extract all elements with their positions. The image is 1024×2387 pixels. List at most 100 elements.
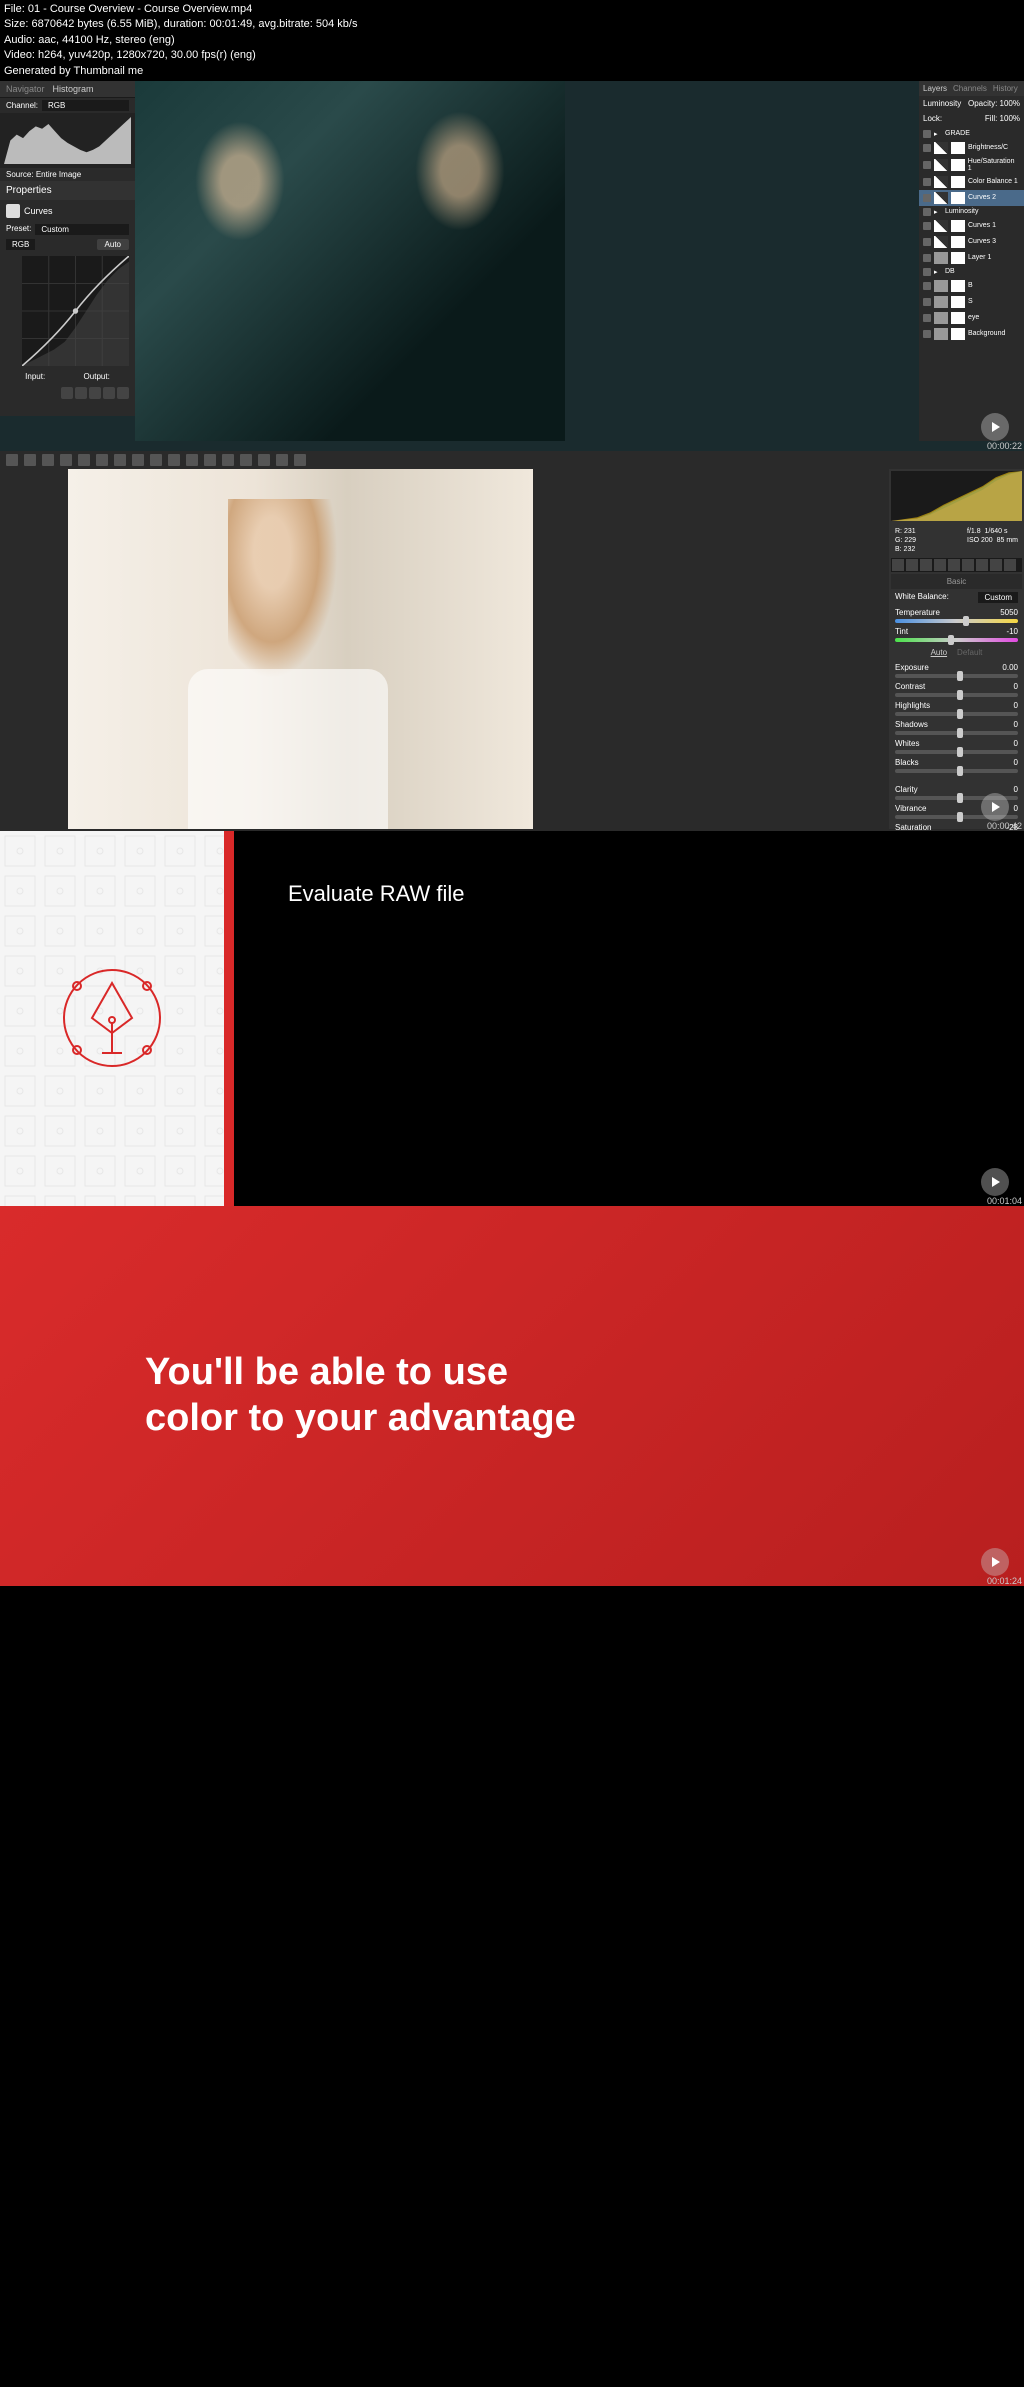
layer-name: B bbox=[968, 282, 973, 289]
layer-name: Luminosity bbox=[945, 208, 978, 215]
layers-tab[interactable]: Layers bbox=[923, 84, 947, 93]
histogram-display bbox=[0, 113, 135, 168]
layer-name: Curves 3 bbox=[968, 238, 996, 245]
play-icon[interactable] bbox=[981, 1168, 1009, 1196]
visibility-icon[interactable] bbox=[923, 330, 931, 338]
layers-tabs[interactable]: Layers Channels History bbox=[919, 81, 1024, 96]
layers-panel: Layers Channels History Luminosity Opaci… bbox=[919, 81, 1024, 441]
play-icon[interactable] bbox=[981, 1548, 1009, 1576]
curves-channel-row[interactable]: RGB Auto bbox=[0, 237, 135, 252]
layer-item[interactable]: ▸GRADE bbox=[919, 128, 1024, 140]
layer-name: Curves 2 bbox=[968, 194, 996, 201]
lock-fill-row[interactable]: Lock: Fill: 100% bbox=[919, 111, 1024, 126]
timestamp: 00:00:22 bbox=[987, 441, 1022, 451]
tint-slider[interactable]: Tint-10 bbox=[891, 625, 1022, 644]
thumbnail-1: Navigator Histogram Channel: RGB Source:… bbox=[0, 81, 1024, 451]
visibility-icon[interactable] bbox=[923, 222, 931, 230]
auto-button[interactable]: Auto bbox=[97, 239, 129, 250]
layer-name: Layer 1 bbox=[968, 254, 991, 261]
acr-tab-icons[interactable] bbox=[891, 558, 1022, 572]
layer-name: DB bbox=[945, 268, 955, 275]
layer-item[interactable]: Layer 1 bbox=[919, 250, 1024, 266]
histogram-tabs[interactable]: Navigator Histogram bbox=[0, 81, 135, 98]
canvas-image bbox=[135, 81, 565, 441]
layer-name: GRADE bbox=[945, 130, 970, 137]
highlights-slider[interactable]: Highlights0 bbox=[891, 699, 1022, 718]
layer-item[interactable]: Curves 3 bbox=[919, 234, 1024, 250]
acr-basic-panel: R: 231 G: 229 B: 232 f/1.8 1/640 s ISO 2… bbox=[889, 469, 1024, 829]
visibility-icon[interactable] bbox=[923, 314, 931, 322]
curves-indicator: Curves bbox=[0, 200, 135, 222]
visibility-icon[interactable] bbox=[923, 298, 931, 306]
history-tab[interactable]: History bbox=[993, 84, 1018, 93]
visibility-icon[interactable] bbox=[923, 254, 931, 262]
layer-list[interactable]: ▸GRADE Brightness/C Hue/Saturation 1 Color … bbox=[919, 126, 1024, 344]
layer-item[interactable]: Curves 1 bbox=[919, 218, 1024, 234]
layer-item[interactable]: Curves 2 bbox=[919, 190, 1024, 206]
timestamp: 00:00:42 bbox=[987, 821, 1022, 831]
acr-toolbar[interactable] bbox=[0, 451, 1024, 469]
layer-item[interactable]: ▸Luminosity bbox=[919, 206, 1024, 218]
basic-header: Basic bbox=[891, 574, 1022, 589]
visibility-icon[interactable] bbox=[923, 208, 931, 216]
red-accent-bar bbox=[224, 831, 234, 1206]
auto-default-row[interactable]: Auto Default bbox=[891, 644, 1022, 661]
layer-item[interactable]: Color Balance 1 bbox=[919, 174, 1024, 190]
layer-item[interactable]: S bbox=[919, 294, 1024, 310]
temp-slider[interactable]: Temperature5050 bbox=[891, 606, 1022, 625]
thumbnail-3: Evaluate RAW file 00:01:04 bbox=[0, 831, 1024, 1206]
channel-selector[interactable]: Channel: RGB bbox=[0, 98, 135, 113]
layer-name: Hue/Saturation 1 bbox=[968, 158, 1020, 172]
source-row: Source: Entire Image bbox=[0, 168, 135, 181]
visibility-icon[interactable] bbox=[923, 130, 931, 138]
blend-mode-row[interactable]: Luminosity Opacity: 100% bbox=[919, 96, 1024, 111]
acr-histogram bbox=[891, 471, 1022, 521]
white-balance-selector[interactable]: White Balance: Custom bbox=[891, 589, 1022, 606]
visibility-icon[interactable] bbox=[923, 144, 931, 152]
auto-link[interactable]: Auto bbox=[931, 648, 947, 657]
properties-footer-icons[interactable] bbox=[0, 383, 135, 403]
timestamp: 00:01:24 bbox=[987, 1576, 1022, 1586]
layer-name: S bbox=[968, 298, 973, 305]
play-icon[interactable] bbox=[981, 793, 1009, 821]
navigator-tab[interactable]: Navigator bbox=[6, 84, 45, 94]
curves-graph[interactable] bbox=[6, 256, 129, 366]
slide-left-graphic bbox=[0, 831, 224, 1206]
layer-item[interactable]: Background bbox=[919, 326, 1024, 342]
blacks-slider[interactable]: Blacks0 bbox=[891, 756, 1022, 775]
preset-selector[interactable]: Preset: Custom bbox=[0, 222, 135, 237]
layer-name: Curves 1 bbox=[968, 222, 996, 229]
exposure-slider[interactable]: Exposure0.00 bbox=[891, 661, 1022, 680]
channels-tab[interactable]: Channels bbox=[953, 84, 987, 93]
whites-slider[interactable]: Whites0 bbox=[891, 737, 1022, 756]
layer-item[interactable]: Hue/Saturation 1 bbox=[919, 156, 1024, 174]
play-icon[interactable] bbox=[981, 413, 1009, 441]
shadows-slider[interactable]: Shadows0 bbox=[891, 718, 1022, 737]
properties-header: Properties bbox=[0, 181, 135, 200]
visibility-icon[interactable] bbox=[923, 282, 931, 290]
visibility-icon[interactable] bbox=[923, 178, 931, 186]
visibility-icon[interactable] bbox=[923, 238, 931, 246]
visibility-icon[interactable] bbox=[923, 194, 931, 202]
photoshop-left-panels: Navigator Histogram Channel: RGB Source:… bbox=[0, 81, 135, 416]
visibility-icon[interactable] bbox=[923, 161, 931, 169]
layer-item[interactable]: Brightness/C bbox=[919, 140, 1024, 156]
layer-item[interactable]: eye bbox=[919, 310, 1024, 326]
pen-tool-icon bbox=[52, 958, 172, 1078]
timestamp: 00:01:04 bbox=[987, 1196, 1022, 1206]
headline-text: You'll be able to use color to your adva… bbox=[145, 1350, 576, 1441]
default-link[interactable]: Default bbox=[957, 648, 982, 657]
curves-icon bbox=[6, 204, 20, 218]
layer-item[interactable]: B bbox=[919, 278, 1024, 294]
rgb-readout: R: 231 G: 229 B: 232 f/1.8 1/640 s ISO 2… bbox=[891, 525, 1022, 556]
layer-name: eye bbox=[968, 314, 979, 321]
layer-name: Background bbox=[968, 330, 1005, 337]
file-metadata: File: 01 - Course Overview - Course Over… bbox=[0, 0, 1024, 81]
slide-text-area: Evaluate RAW file bbox=[234, 831, 1024, 1206]
contrast-slider[interactable]: Contrast0 bbox=[891, 680, 1022, 699]
histogram-tab[interactable]: Histogram bbox=[53, 84, 94, 94]
layer-item[interactable]: ▸DB bbox=[919, 266, 1024, 278]
visibility-icon[interactable] bbox=[923, 268, 931, 276]
layer-name: Brightness/C bbox=[968, 144, 1008, 151]
thumbnail-2: R: 231 G: 229 B: 232 f/1.8 1/640 s ISO 2… bbox=[0, 451, 1024, 831]
